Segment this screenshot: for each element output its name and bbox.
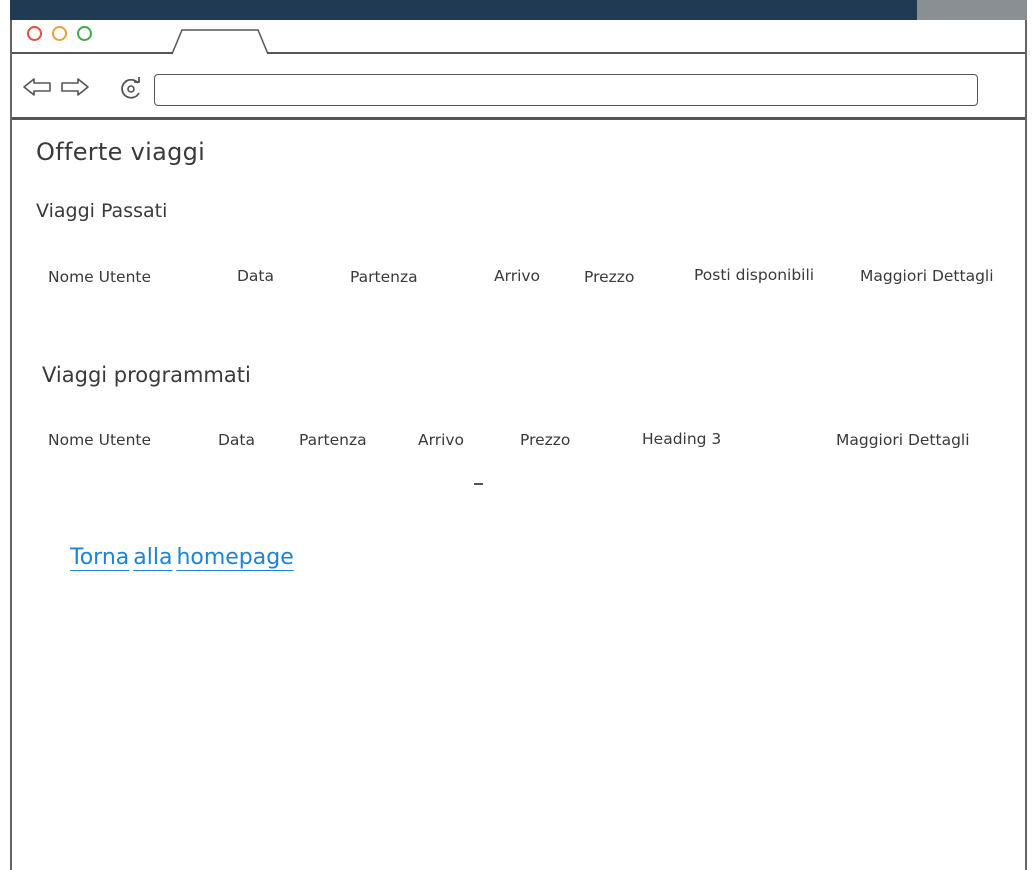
scheduled-col-arrivo: Arrivo <box>418 431 465 449</box>
window-top-strip <box>10 0 1027 20</box>
browser-tab[interactable] <box>170 28 270 54</box>
placeholder-dash <box>474 483 483 485</box>
maximize-window-button[interactable] <box>77 26 92 41</box>
link-word-torna[interactable]: Torna <box>70 545 129 570</box>
reload-icon[interactable] <box>118 74 146 102</box>
scheduled-col-data: Data <box>218 431 256 449</box>
forward-arrow-icon[interactable] <box>60 76 90 98</box>
link-word-homepage[interactable]: homepage <box>176 545 293 570</box>
scheduled-col-nome-utente: Nome Utente <box>48 431 152 449</box>
back-to-homepage-link[interactable]: Torna alla homepage <box>70 545 298 570</box>
page-title: Offerte viaggi <box>36 138 206 166</box>
browser-navbar <box>12 54 1025 120</box>
past-col-arrivo: Arrivo <box>494 267 541 285</box>
scheduled-col-prezzo: Prezzo <box>520 431 571 449</box>
scheduled-col-heading-3: Heading 3 <box>642 430 722 448</box>
scheduled-col-maggiori-dettagli: Maggiori Dettagli <box>836 431 970 449</box>
back-arrow-icon[interactable] <box>22 76 52 98</box>
past-col-prezzo: Prezzo <box>584 268 635 286</box>
window-top-strip-tab <box>917 0 1027 20</box>
scheduled-trips-heading: Viaggi programmati <box>42 363 251 387</box>
scheduled-col-partenza: Partenza <box>299 431 367 449</box>
link-word-alla[interactable]: alla <box>133 545 172 570</box>
browser-window: Offerte viaggi Viaggi Passati Nome Utent… <box>10 20 1027 870</box>
past-col-data: Data <box>237 267 275 285</box>
past-col-posti-disponibili: Posti disponibili <box>694 266 815 284</box>
past-trips-heading: Viaggi Passati <box>36 200 168 222</box>
page-content: Offerte viaggi Viaggi Passati Nome Utent… <box>12 120 1025 870</box>
close-window-button[interactable] <box>27 26 42 41</box>
minimize-window-button[interactable] <box>52 26 67 41</box>
past-col-partenza: Partenza <box>350 268 418 286</box>
address-bar-input[interactable] <box>154 74 978 106</box>
past-col-maggiori-dettagli: Maggiori Dettagli <box>860 267 994 285</box>
past-col-nome-utente: Nome Utente <box>48 268 152 286</box>
browser-titlebar <box>12 20 1025 54</box>
